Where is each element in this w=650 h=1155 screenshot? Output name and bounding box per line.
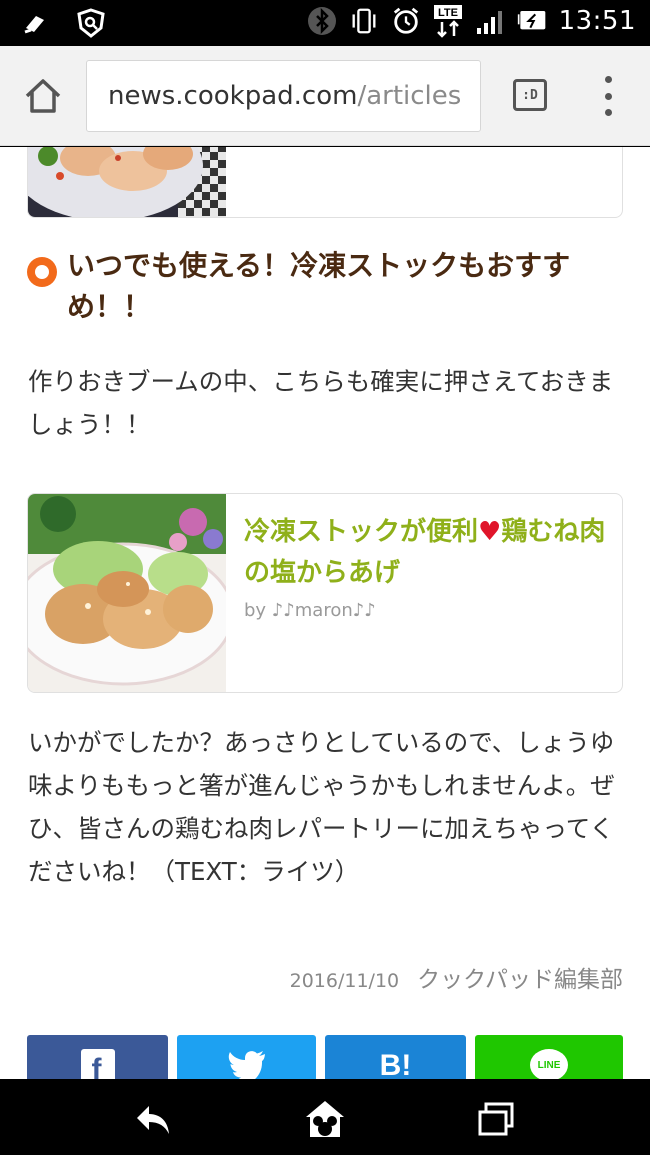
paragraph-intro: 作りおきブームの中、こちらも確実に押さえておきましょう！！ (28, 367, 614, 439)
url-path: /articles (357, 81, 462, 111)
navigation-bar (0, 1079, 650, 1155)
home-nav-icon[interactable] (303, 1099, 347, 1139)
facebook-icon: f (80, 1049, 115, 1079)
recent-apps-icon[interactable] (474, 1099, 518, 1139)
svg-text:LTE: LTE (438, 7, 458, 19)
more-icon[interactable] (598, 76, 618, 116)
paragraph-closing: いかがでしたか？あっさりとしているので、しょうゆ味よりももっと箸が進んじゃうかも… (28, 728, 615, 886)
back-icon[interactable] (131, 1099, 175, 1139)
section-heading-text: いつでも使える！冷凍ストックもおすすめ！！ (67, 249, 571, 323)
alarm-icon (391, 6, 421, 36)
hatena-icon: B! (379, 1049, 412, 1079)
recipe-info: 冷凍ストックが便利♥鶏むね肉の塩からあげ by ♪♪maron♪♪ (244, 512, 614, 621)
article-author[interactable]: クックパッド編集部 (417, 960, 623, 994)
url-bar[interactable]: news.cookpad.com/articles (86, 60, 481, 132)
recipe-title-part1: 冷凍ストックが便利 (244, 517, 479, 547)
twitter-icon (227, 1049, 267, 1079)
url-host: news.cookpad.com (108, 81, 358, 111)
hatena-share-button[interactable]: B! (325, 1035, 466, 1079)
tab-switcher-button[interactable]: :D (513, 79, 547, 111)
bluetooth-icon (307, 6, 337, 36)
line-icon: LINE (530, 1049, 568, 1079)
shield-icon (76, 8, 106, 38)
recipe-thumbnail (28, 147, 226, 217)
recipe-card-previous[interactable] (27, 147, 623, 218)
clock: 13:51 (558, 6, 636, 36)
twitter-share-button[interactable] (177, 1035, 316, 1079)
recipe-author: by ♪♪maron♪♪ (244, 600, 376, 621)
notification-icon (20, 8, 50, 38)
page-content: いつでも使える！冷凍ストックもおすすめ！！ 作りおきブームの中、こちらも確実に押… (0, 147, 650, 1079)
recipe-title[interactable]: 冷凍ストックが便利♥鶏むね肉の塩からあげ (244, 512, 614, 594)
article-meta: 2016/11/10 クックパッド編集部 (290, 960, 623, 994)
battery-icon (517, 6, 547, 36)
lte-icon: LTE (433, 5, 463, 38)
signal-icon (475, 6, 505, 36)
home-icon[interactable] (22, 76, 64, 116)
recipe-thumbnail (28, 494, 226, 692)
vibrate-icon (349, 6, 379, 36)
facebook-share-button[interactable]: f (27, 1035, 168, 1079)
section-heading: いつでも使える！冷凍ストックもおすすめ！！ (27, 245, 627, 327)
line-share-button[interactable]: LINE (475, 1035, 623, 1079)
article-date: 2016/11/10 (289, 970, 400, 992)
bullet-icon (27, 257, 57, 287)
heart-icon: ♥ (478, 517, 502, 547)
status-bar: LTE 13:51 (0, 0, 650, 46)
recipe-card[interactable]: 冷凍ストックが便利♥鶏むね肉の塩からあげ by ♪♪maron♪♪ (27, 493, 623, 693)
browser-toolbar: news.cookpad.com/articles :D (0, 46, 650, 146)
